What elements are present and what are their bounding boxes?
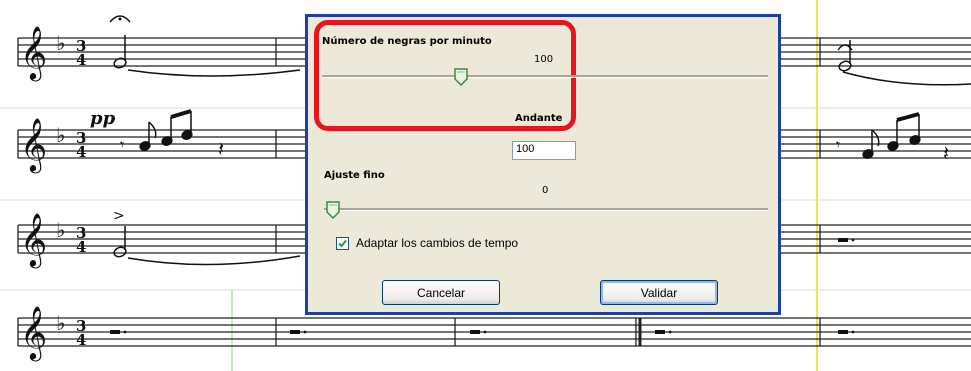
half-note: > bbox=[113, 208, 301, 266]
checkmark-icon bbox=[338, 239, 347, 248]
svg-text:4: 4 bbox=[76, 143, 86, 161]
cancel-button[interactable]: Cancelar bbox=[382, 280, 500, 305]
adapt-tempo-label: Adaptar los cambios de tempo bbox=[356, 236, 519, 250]
treble-clef-icon: 𝄞 bbox=[20, 25, 47, 81]
svg-text:𝄽: 𝄽 bbox=[218, 137, 224, 161]
validate-button[interactable]: Validar bbox=[600, 280, 718, 305]
tempo-slider-thumb[interactable] bbox=[454, 68, 468, 86]
half-rest bbox=[290, 330, 300, 334]
svg-text:𝄽: 𝄽 bbox=[943, 141, 949, 165]
half-rest bbox=[838, 330, 848, 334]
svg-text:𝄾: 𝄾 bbox=[836, 135, 840, 154]
flat-icon: ♭ bbox=[56, 311, 65, 335]
svg-text:4: 4 bbox=[76, 238, 86, 256]
half-rest bbox=[655, 330, 665, 334]
treble-clef-icon: 𝄞 bbox=[20, 117, 47, 173]
eighth-notes: 𝄾 𝄽 bbox=[120, 109, 224, 161]
half-rest bbox=[470, 330, 480, 334]
svg-text:4: 4 bbox=[76, 331, 86, 349]
tempo-value: 100 bbox=[534, 54, 554, 65]
fine-tune-slider-thumb[interactable] bbox=[326, 201, 340, 219]
svg-text:>: > bbox=[113, 208, 125, 224]
fine-tune-value: 0 bbox=[542, 185, 549, 196]
half-rest bbox=[110, 330, 120, 334]
fine-tune-slider-track[interactable] bbox=[324, 208, 768, 211]
tempo-label: Número de negras por minuto bbox=[322, 36, 492, 47]
staff-4 bbox=[17, 317, 971, 347]
tempo-name: Andante bbox=[515, 113, 563, 124]
treble-clef-icon: 𝄞 bbox=[20, 212, 47, 268]
half-rest bbox=[838, 238, 848, 242]
flat-icon: ♭ bbox=[56, 218, 65, 242]
svg-text:𝄾: 𝄾 bbox=[120, 135, 124, 154]
fine-tune-label: Ajuste fino bbox=[324, 170, 385, 181]
treble-clef-icon: 𝄞 bbox=[20, 305, 47, 361]
svg-text:4: 4 bbox=[76, 51, 86, 69]
flat-icon: ♭ bbox=[56, 31, 65, 55]
tempo-dialog: Número de negras por minuto 100 Andante … bbox=[305, 14, 781, 315]
flat-icon: ♭ bbox=[56, 123, 65, 147]
dynamic-marking: pp bbox=[90, 108, 116, 129]
adapt-tempo-checkbox[interactable] bbox=[336, 237, 349, 250]
tempo-input[interactable]: 100 bbox=[512, 141, 576, 160]
tempo-slider-track[interactable] bbox=[322, 75, 768, 78]
